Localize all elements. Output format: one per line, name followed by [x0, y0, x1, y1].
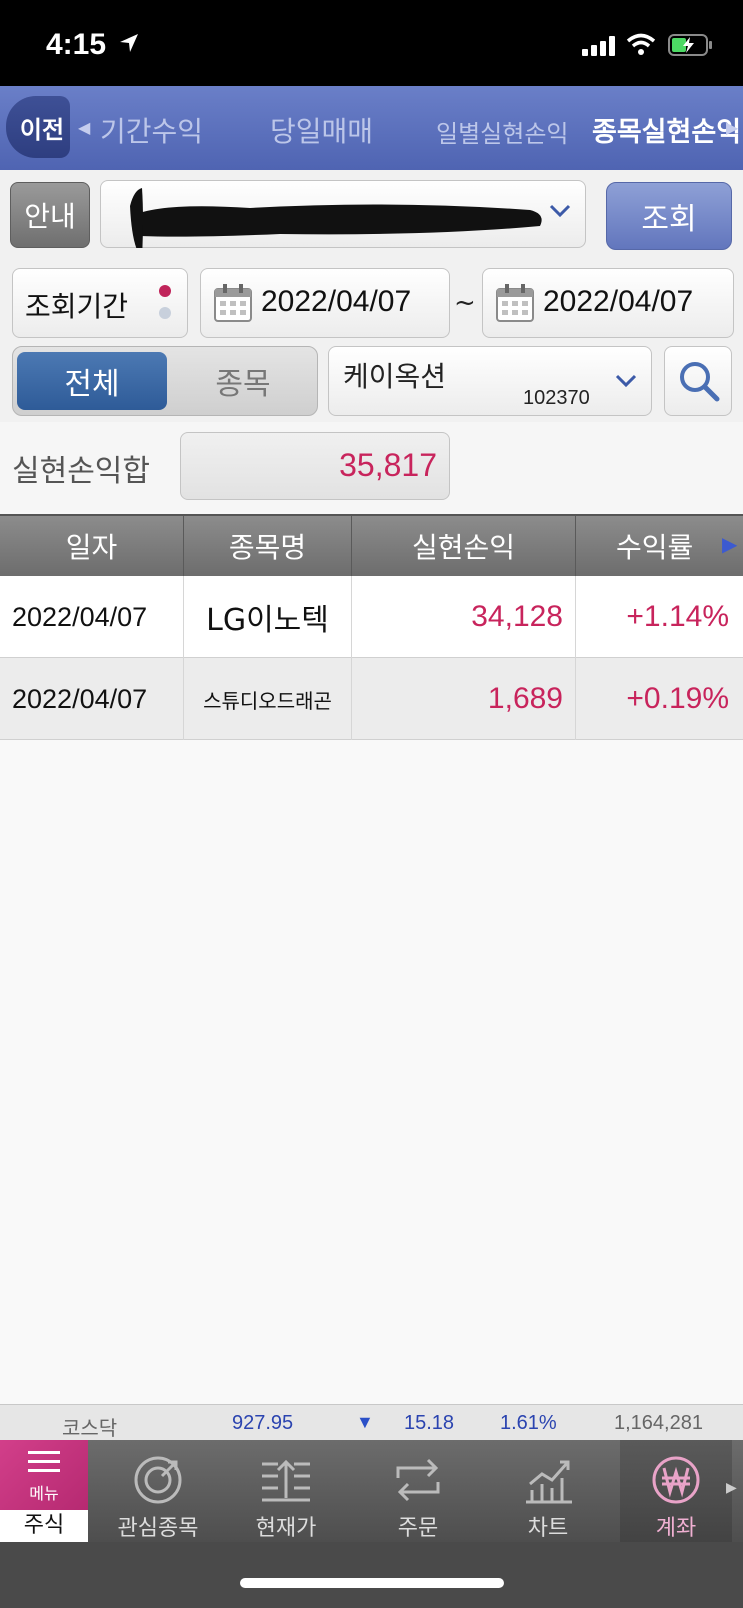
period-type-select[interactable]: 조회기간: [12, 268, 188, 338]
period-label: 조회기간: [25, 290, 129, 323]
order-exchange-icon: [396, 1458, 440, 1502]
bottom-tab-bar: 메뉴 주식 관심종목 현재가 주문 차트 계좌 ▶: [0, 1440, 743, 1542]
tab-period-profit[interactable]: 기간수익: [100, 110, 203, 150]
tab-current-price-label: 현재가: [255, 1516, 317, 1541]
date-separator: ~: [454, 288, 476, 318]
calendar-icon: [496, 284, 534, 322]
down-triangle-icon: ▼: [356, 1412, 374, 1432]
stock-mode-label[interactable]: 주식: [0, 1510, 88, 1542]
stock-name: 케이옥션: [343, 360, 447, 393]
market-ticker[interactable]: 코스닥 927.95 ▼ 15.18 1.61% 1,164,281: [0, 1404, 743, 1440]
wifi-icon: [626, 33, 656, 55]
home-indicator[interactable]: [240, 1578, 504, 1588]
tab-watchlist-label: 관심종목: [117, 1516, 199, 1541]
current-price-icon: [262, 1459, 310, 1502]
home-indicator-area: [0, 1542, 743, 1608]
filter-all-button[interactable]: 전체: [17, 352, 167, 410]
tab-watchlist[interactable]: 관심종목: [94, 1440, 222, 1542]
end-date: 2022/04/07: [543, 285, 694, 318]
hamburger-menu-icon: [28, 1451, 60, 1472]
table-row[interactable]: 2022/04/07 스튜디오드래곤 1,689 +0.19%: [0, 658, 743, 740]
start-date-field[interactable]: 2022/04/07: [200, 268, 450, 338]
redacted-account-mark: [130, 188, 542, 248]
table-header: 일자 종목명 실현손익 수익률 ▶: [0, 514, 743, 576]
menu-button[interactable]: 메뉴 주식: [0, 1440, 88, 1542]
start-date: 2022/04/07: [261, 285, 412, 318]
won-currency-icon: [652, 1456, 700, 1504]
screen-tab-bar: 이전 ◀ 기간수익 당일매매 일별실현손익 종목실현손익 ▶: [0, 86, 743, 170]
end-date-field[interactable]: 2022/04/07: [482, 268, 734, 338]
status-bar: 4:15: [0, 0, 743, 86]
search-icon: [680, 362, 720, 402]
ticker-index-name: 코스닥: [62, 1416, 118, 1440]
stock-select[interactable]: 케이옥션 102370: [328, 346, 652, 416]
cellular-signal-icon: [582, 36, 615, 56]
menu-label: 메뉴: [29, 1484, 59, 1503]
row-date: 2022/04/07: [0, 576, 184, 658]
chart-icon: [526, 1460, 572, 1504]
summary-value-box: 35,817: [180, 432, 450, 500]
row-stock-name: 스튜디오드래곤: [184, 658, 352, 740]
header-realized-pnl: 실현손익: [352, 516, 576, 576]
guide-button[interactable]: 안내: [10, 182, 90, 248]
location-arrow-icon: [120, 34, 138, 52]
tab-chart-label: 차트: [527, 1516, 569, 1541]
page-dot-active: [159, 285, 171, 297]
tab-current-price[interactable]: 현재가: [222, 1440, 350, 1542]
row-rate: +1.14%: [626, 600, 729, 633]
header-date: 일자: [0, 516, 184, 576]
header-stock-name: 종목명: [184, 516, 352, 576]
scroll-right-arrow-icon[interactable]: ▶: [726, 118, 738, 137]
empty-list-area: [0, 740, 743, 1404]
stock-code: 102370: [523, 387, 590, 409]
scroll-left-arrow-icon[interactable]: ◀: [78, 118, 90, 137]
row-stock-name: LG이노텍: [184, 576, 352, 658]
tab-account[interactable]: 계좌: [620, 1440, 732, 1542]
row-pnl: 1,689: [352, 658, 576, 740]
table-row[interactable]: 2022/04/07 LG이노텍 34,128 +1.14%: [0, 576, 743, 658]
chevron-down-icon: [615, 374, 637, 388]
search-button[interactable]: [664, 346, 732, 416]
ticker-value: 927.95: [232, 1412, 294, 1434]
ticker-percent: 1.61%: [500, 1412, 557, 1434]
tab-order[interactable]: 주문: [354, 1440, 482, 1542]
tab-stock-realized[interactable]: 종목실현손익: [592, 110, 741, 149]
summary-label: 실현손익합: [12, 454, 150, 489]
calendar-icon: [214, 284, 252, 322]
tab-order-label: 주문: [397, 1516, 439, 1541]
filter-item-button[interactable]: 종목: [173, 352, 313, 410]
summary-value: 35,817: [339, 447, 437, 483]
tab-chart[interactable]: 차트: [484, 1440, 612, 1542]
row-pnl: 34,128: [352, 576, 576, 658]
header-return-rate: 수익률: [616, 531, 694, 564]
row-date: 2022/04/07: [0, 658, 184, 740]
tab-daily-trade[interactable]: 당일매매: [270, 110, 373, 150]
tab-daily-realized[interactable]: 일별실현손익: [436, 114, 568, 149]
chevron-down-icon: [549, 204, 571, 218]
ticker-change: 15.18: [404, 1412, 455, 1434]
status-time: 4:15: [46, 28, 107, 61]
next-columns-arrow-icon[interactable]: ▶: [722, 532, 737, 556]
tab-more-arrow-icon[interactable]: ▶: [726, 1480, 737, 1496]
query-button[interactable]: 조회: [606, 182, 732, 250]
battery-charging-icon: [668, 34, 712, 56]
filter-segment: 전체 종목: [12, 346, 318, 416]
ticker-volume: 1,164,281: [614, 1412, 703, 1434]
watchlist-icon: [134, 1456, 182, 1504]
tab-account-label: 계좌: [655, 1516, 697, 1541]
page-dot-inactive: [159, 307, 171, 319]
row-rate: +0.19%: [626, 682, 729, 715]
back-button[interactable]: 이전: [6, 96, 70, 158]
